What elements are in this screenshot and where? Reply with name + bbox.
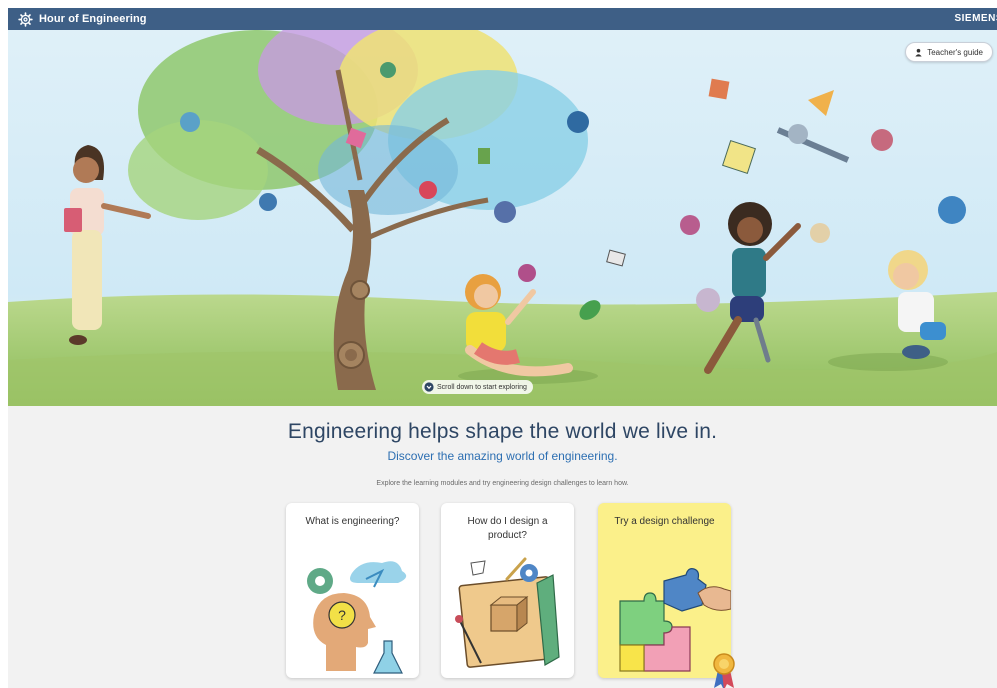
card-title: What is engineering? [305,516,400,527]
teachers-guide-button[interactable]: Teacher's guide [905,42,993,62]
chevron-down-icon [424,382,434,392]
blueprint-icon [455,557,560,668]
svg-text:?: ? [338,607,346,623]
page-headline: Engineering helps shape the world we liv… [287,420,718,443]
card-title: How do I design a product? [467,516,548,541]
home-link[interactable]: Hour of Engineering [8,8,147,30]
award-ribbon-icon [713,653,735,688]
scroll-hint-label: Scroll down to start exploring [437,383,527,391]
person-icon [915,48,922,57]
module-card-design-a-product[interactable]: How do I design a product? [441,503,574,678]
top-navigation-bar: Hour of Engineering SIEMENS [8,8,997,30]
page-frame: Hour of Engineering SIEMENS [8,8,997,688]
company-logo[interactable]: SIEMENS [954,8,997,30]
explore-instructions: Explore the learning modules and try eng… [376,480,629,487]
scroll-down-hint[interactable]: Scroll down to start exploring [422,380,533,394]
card-title: Try a design challenge [614,516,715,527]
hero-illustration: Teacher's guide Scroll down to start exp… [8,30,997,406]
gear-icon [18,11,33,27]
hero-scene [8,30,997,406]
module-card-what-is-engineering[interactable]: What is engineering? ? [286,503,419,678]
thinking-head-icon: ? [307,561,407,674]
site-title: Hour of Engineering [39,13,147,25]
page-subheadline: Discover the amazing world of engineerin… [387,449,618,463]
teachers-guide-label: Teacher's guide [927,47,983,57]
